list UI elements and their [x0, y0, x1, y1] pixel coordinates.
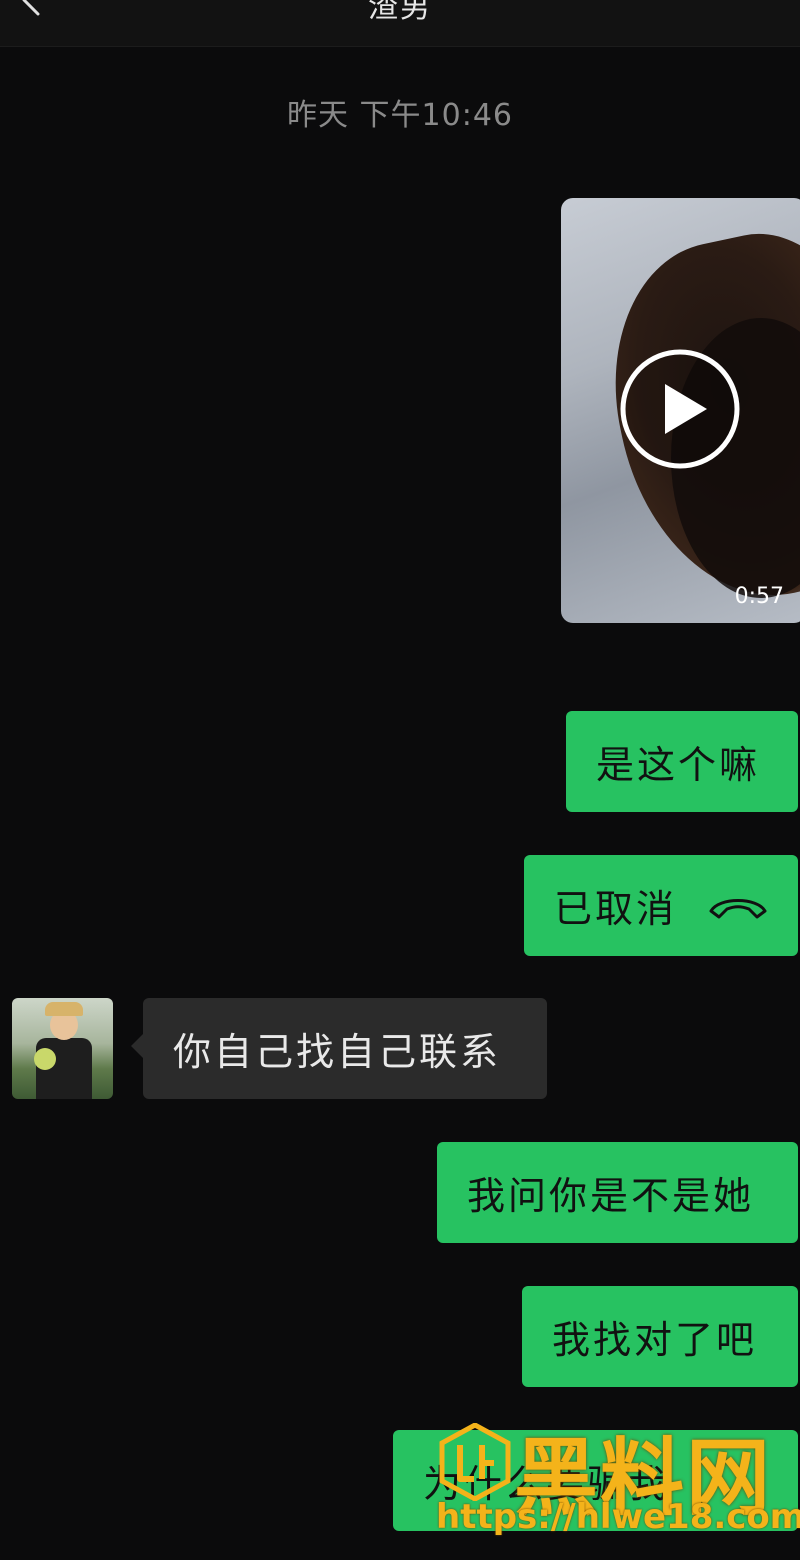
video-duration: 0:57 [734, 584, 784, 609]
message-bubble-outgoing[interactable]: 我问你是不是她 [437, 1142, 798, 1243]
message-timestamp: 昨天 下午10:46 [287, 98, 513, 133]
contact-avatar[interactable] [12, 998, 113, 1099]
message-text: 我问你是不是她 [467, 1174, 755, 1218]
watermark-logo-icon [439, 1423, 511, 1501]
message-text: 是这个嘛 [596, 743, 761, 787]
chat-header: 渣男 [0, 0, 800, 47]
video-message[interactable]: 0:57 [561, 198, 800, 623]
chat-title: 渣男 [368, 0, 432, 25]
message-text: 已取消 [554, 887, 678, 931]
watermark: 黑料网 https://hlwe18.com [430, 1415, 800, 1550]
avatar-figure-hat [45, 1002, 83, 1016]
call-cancelled-bubble[interactable]: 已取消 [524, 855, 798, 956]
watermark-url: https://hlwe18.com [436, 1497, 800, 1537]
bubble-tail [131, 1034, 143, 1058]
message-bubble-outgoing[interactable]: 是这个嘛 [566, 711, 798, 812]
message-bubble-outgoing[interactable]: 我找对了吧 [522, 1286, 798, 1387]
message-bubble-incoming[interactable]: 你自己找自己联系 [131, 998, 547, 1099]
message-text: 我找对了吧 [552, 1318, 758, 1362]
message-text: 你自己找自己联系 [173, 1030, 502, 1074]
phone-hangup-icon [709, 898, 767, 918]
avatar-figure-toy [34, 1048, 56, 1070]
play-icon[interactable] [619, 348, 741, 470]
